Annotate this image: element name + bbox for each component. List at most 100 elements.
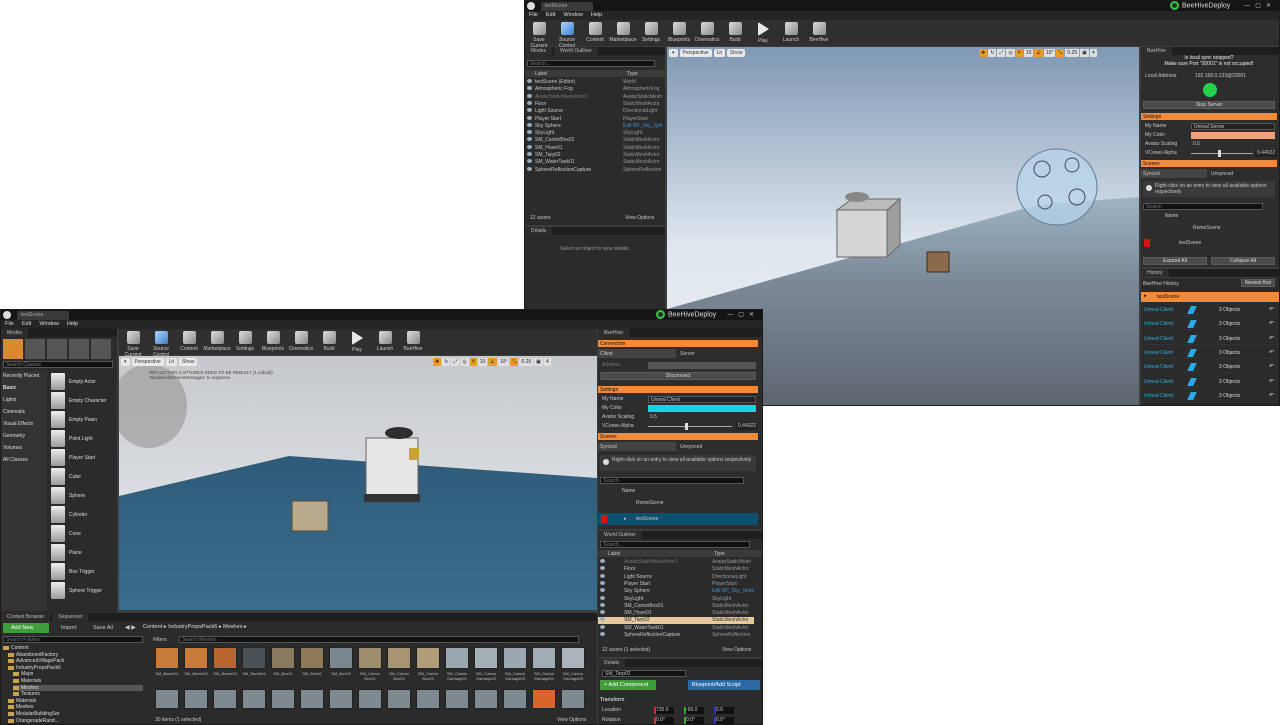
landscape-mode-icon[interactable] [47,339,67,359]
grid-size[interactable]: 10 [477,358,488,366]
eye-icon[interactable] [527,137,532,142]
history-row[interactable]: Unreal Client3 Objects↶ [1141,405,1279,406]
asset-thumbnail[interactable] [155,689,179,709]
delete-icon[interactable] [1144,239,1150,247]
menu-file[interactable]: File [525,11,542,19]
search-input[interactable]: Search... [527,60,655,67]
rotate-tool-icon[interactable]: ↻ [988,49,997,57]
folder-item[interactable]: Materials [13,678,41,684]
stop-server-button[interactable]: Stop Server [1143,101,1275,109]
scale-tool-icon[interactable]: ⤢ [451,358,460,366]
eye-icon[interactable] [600,602,605,607]
outliner-row[interactable]: SkyLight [527,130,663,136]
avatar-scaling-input[interactable]: 0.5 [1191,141,1275,148]
asset-thumbnail[interactable] [300,689,324,709]
save-current-button[interactable]: Save Current [119,329,147,358]
breadcrumb-meshes[interactable]: Meshes [223,624,242,630]
eye-icon[interactable] [527,108,532,113]
folder-item[interactable]: ModularBuildingSet [8,711,59,717]
asset-thumbnail[interactable] [358,689,382,709]
col-type[interactable]: Type [627,71,638,77]
eye-icon[interactable] [600,595,605,600]
world-icon[interactable]: ◎ [1006,49,1015,57]
mode-category[interactable]: All Classes [3,457,28,463]
asset-thumbnail[interactable] [184,689,208,709]
grid-size[interactable]: 10 [1023,49,1034,57]
add-new-button[interactable]: Add New [3,623,49,633]
asset-thumbnail[interactable] [242,689,266,709]
world-icon[interactable]: ◎ [460,358,469,366]
menu-edit[interactable]: Edit [542,11,559,19]
marketplace-button[interactable]: Marketplace [203,329,231,355]
history-row[interactable]: Unreal Client3 Objects↶ [1141,348,1279,359]
mode-category[interactable]: Recently Placed [3,373,39,379]
eye-icon[interactable] [527,122,532,127]
client-tab[interactable]: Client [598,349,676,358]
launch-button[interactable]: Launch [371,329,399,355]
placeable-item[interactable]: Empty Character [51,392,113,410]
add-component-button[interactable]: + Add Component [600,680,656,690]
rotation-z[interactable]: 0.0° [714,717,734,724]
scale-size[interactable]: 0.25 [519,358,534,366]
eye-icon[interactable] [527,86,532,91]
expand-all-button[interactable]: Expand All [1143,257,1207,265]
history-row[interactable]: Unreal Client3 Objects↶ [1141,305,1279,316]
settings-button[interactable]: Settings [231,329,259,355]
my-color-swatch[interactable] [1191,132,1275,139]
view-options-button[interactable]: View Options [722,647,751,653]
asset-thumbnail[interactable] [387,647,411,669]
asset-thumbnail[interactable] [561,647,585,669]
search-meshes-input[interactable]: Search Meshes [179,636,579,643]
play-button[interactable]: Play [749,20,777,46]
search-classes-input[interactable]: Search Classes [3,361,113,368]
slider-handle[interactable] [1218,150,1221,157]
mode-category[interactable]: Geometry [3,433,25,439]
eye-icon[interactable] [600,632,605,636]
asset-thumbnail[interactable] [184,647,208,669]
angle-size[interactable]: 10° [497,358,510,366]
location-z[interactable]: 0.0 [714,707,734,714]
asset-thumbnail[interactable] [503,647,527,669]
scale-snap-icon[interactable]: ⤡ [1056,49,1065,57]
disconnect-button[interactable]: Disconnect [600,372,756,380]
tab-beehive[interactable]: BeeHive [1141,47,1172,55]
synced-tab[interactable]: Synced [598,442,676,451]
folder-item[interactable]: AbandonedFactory [8,652,58,658]
eye-icon[interactable] [600,559,605,563]
rotation-x[interactable]: 0.0° [654,717,674,724]
beehive-button[interactable]: BeeHive [399,329,427,355]
delete-icon[interactable] [601,515,607,523]
blueprints-button[interactable]: Blueprints [665,20,693,46]
angle-snap-icon[interactable]: ∠ [488,358,497,366]
address-input[interactable] [648,362,756,369]
cinematics-button[interactable]: Cinematics [693,20,721,46]
placeable-item[interactable]: Player Start [51,449,113,467]
scene-search-input[interactable]: Search [600,477,744,484]
asset-thumbnail[interactable] [271,647,295,669]
eye-icon[interactable] [527,79,532,83]
asset-thumbnail[interactable] [474,689,498,709]
asset-thumbnail[interactable] [532,647,556,669]
camera-speed[interactable]: 4 [543,358,551,366]
eye-icon[interactable] [600,588,605,593]
rotate-tool-icon[interactable]: ↻ [442,358,451,366]
content-button[interactable]: Content [581,20,609,46]
eye-icon[interactable] [527,166,532,171]
move-tool-icon[interactable]: ✥ [979,49,988,57]
scene-search-input[interactable]: Search [1143,203,1263,210]
slider-handle[interactable] [685,423,688,430]
search-input[interactable]: Search... [600,541,750,548]
view-options-button[interactable]: View Options [557,717,586,723]
place-mode-icon[interactable] [3,339,23,359]
blueprint-button[interactable]: Blueprint/Add Script [688,680,760,690]
source-control-button[interactable]: Source Control [147,329,175,358]
asset-thumbnail[interactable] [532,689,556,709]
placeable-item[interactable]: Plane [51,544,113,562]
eye-icon[interactable] [527,152,532,156]
viewport-options-button[interactable]: ▾ [121,358,130,366]
col-type[interactable]: Type [714,551,725,557]
history-row[interactable]: Unreal Client3 Objects↶ [1141,377,1279,388]
placeable-item[interactable]: Empty Actor [51,373,113,391]
scale-tool-icon[interactable]: ⤢ [997,49,1006,57]
level-tab[interactable]: testScene [17,311,69,320]
